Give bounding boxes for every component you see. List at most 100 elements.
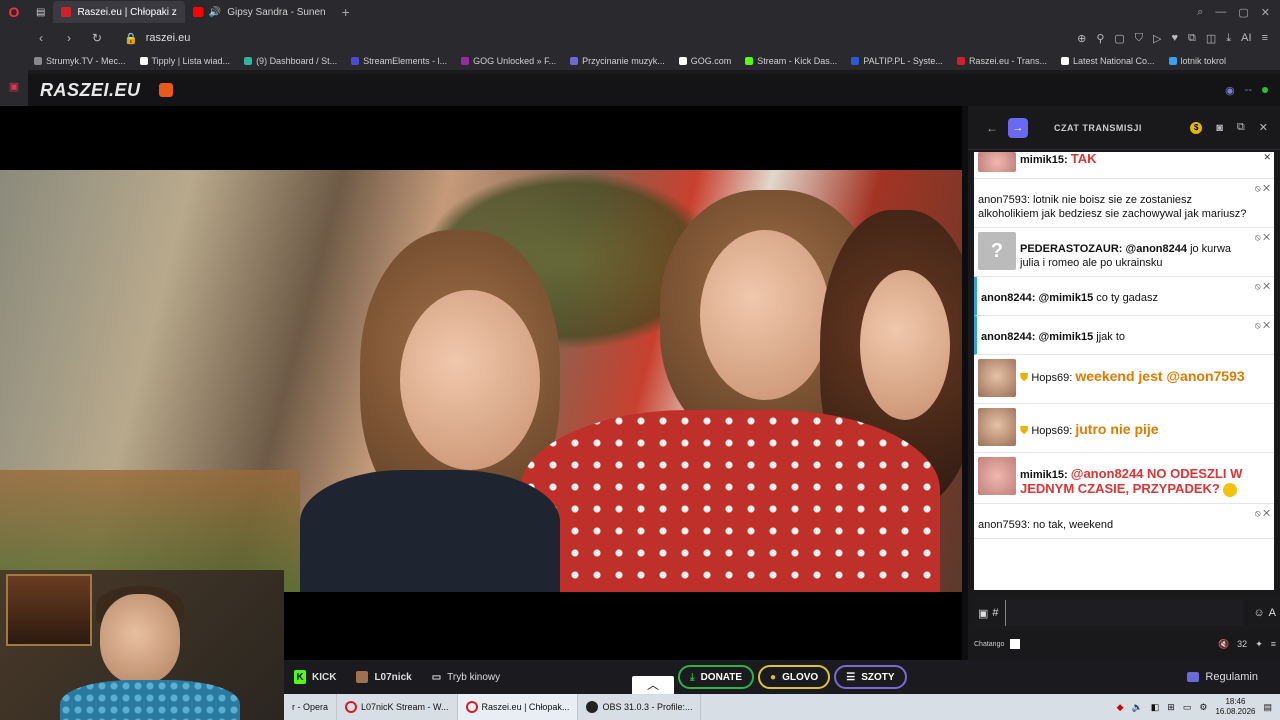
close-chat-icon[interactable]: ✕	[1259, 121, 1268, 134]
bookmark-item[interactable]: Stream - Kick Das...	[745, 56, 837, 66]
shield-icon[interactable]: ⛉	[1135, 32, 1143, 45]
viewer-status: --	[1244, 84, 1252, 96]
taskbar-item[interactable]: L07nicK Stream - W...	[337, 694, 458, 720]
system-icon[interactable]: ⚙	[1199, 702, 1207, 713]
taskbar-item[interactable]: OBS 31.0.3 - Profile:...	[578, 694, 702, 720]
chat-message: ⦸ ✕ anon8244: @mimik15 co ty gadasz	[974, 277, 1274, 316]
social-icon[interactable]	[158, 83, 173, 97]
notifications-icon[interactable]: ▤	[1263, 702, 1272, 713]
site-logo[interactable]: RASZEI.EU	[40, 80, 141, 101]
glovo-button[interactable]: ● GLOVO	[758, 665, 831, 689]
search-icon[interactable]: ⌕	[1197, 6, 1203, 19]
hashtag-icon[interactable]: #	[992, 607, 998, 619]
list-icon: ☰	[846, 671, 856, 683]
url-field[interactable]: 🔒 raszei.eu	[124, 32, 190, 45]
chat-messages[interactable]: ✕ mimik15: TAK ⦸ ✕ anon7593: lotnik nie …	[974, 152, 1274, 590]
chatango-brand[interactable]: Chatango	[974, 641, 1004, 648]
bookmark-item[interactable]: StreamElements - l...	[351, 56, 447, 66]
bookmark-item[interactable]: GOG Unlocked » F...	[461, 56, 556, 66]
message-controls-icon[interactable]: ⦸ ✕	[1255, 318, 1270, 332]
tab-youtube[interactable]: 🔊 Gipsy Sandra - Sunen	[185, 1, 334, 23]
camera-icon[interactable]: ▣	[978, 607, 988, 620]
forward-button[interactable]: ›	[60, 31, 78, 45]
message-controls-icon[interactable]: ⦸ ✕	[1255, 506, 1270, 520]
bookmark-favicon-icon	[351, 57, 360, 65]
network-icon[interactable]: ◧	[1151, 702, 1160, 713]
rules-link[interactable]: Regulamin	[1187, 671, 1258, 683]
back-button[interactable]: ‹	[32, 31, 50, 45]
collapse-toggle-button[interactable]: ︿	[632, 676, 674, 694]
bookmarks-bar: Strumyk.TV - Mec... Tipply | Lista wiad..…	[0, 52, 1280, 70]
emoji-icon[interactable]: ☺	[1253, 607, 1264, 619]
kick-icon: K	[294, 670, 306, 684]
bookmark-item[interactable]: Przycinanie muzyk...	[570, 56, 665, 66]
coin-icon[interactable]: $	[1190, 121, 1203, 134]
pin-icon[interactable]: ✦	[1255, 639, 1263, 650]
play-icon[interactable]: ▷	[1153, 32, 1161, 45]
smiley-emoji-icon	[1222, 483, 1237, 498]
tab-bar: O ▤ Raszei.eu | Chłopaki z 🔊 Gipsy Sandr…	[0, 0, 1280, 24]
message-controls-icon[interactable]: ⦸ ✕	[1255, 279, 1270, 293]
mod-badge-icon: ⛊	[1020, 372, 1029, 384]
szoty-button[interactable]: ☰ SZOTY	[834, 665, 907, 689]
message-controls-icon[interactable]: ⦸ ✕	[1255, 230, 1270, 244]
tab-label: Gipsy Sandra - Sunen	[227, 6, 326, 18]
bookmark-item[interactable]: GOG.com	[678, 56, 731, 66]
arrow-right-button[interactable]: →	[1008, 117, 1028, 138]
opera-logo-icon[interactable]: O	[0, 4, 28, 20]
taskbar-item[interactable]: r - Opera	[284, 694, 338, 720]
camera-icon[interactable]: ◫	[1206, 32, 1216, 45]
download-icon[interactable]: ⤓	[1226, 32, 1231, 45]
donate-button[interactable]: ⤓ DONATE	[678, 665, 755, 689]
tray-app-icon[interactable]: ◆	[1117, 702, 1124, 713]
clock[interactable]: 18:46 16.08.2026	[1215, 697, 1255, 717]
chat-message-input[interactable]	[1004, 600, 1244, 626]
maximize-button[interactable]: ▢	[1238, 6, 1248, 19]
message-controls-icon[interactable]: ⦸ ✕	[1255, 181, 1270, 195]
volume-icon[interactable]: 🔈	[1132, 702, 1143, 713]
minimize-button[interactable]: —	[1215, 6, 1226, 19]
reload-button[interactable]: ↻	[88, 31, 106, 45]
heart-icon[interactable]: ♥	[1172, 32, 1179, 45]
channel-link[interactable]: L07nick	[346, 664, 421, 690]
pin-icon[interactable]: ⚲	[1096, 32, 1104, 45]
tab-workspaces[interactable]: ▤	[28, 1, 53, 23]
arrow-left-icon[interactable]: ←	[986, 121, 998, 135]
chat-box-icon[interactable]	[1010, 639, 1021, 649]
close-window-button[interactable]: ✕	[1261, 6, 1270, 19]
bookmark-item[interactable]: PALTIP.PL - Syste...	[851, 56, 943, 66]
popout-icon[interactable]: ⧉	[1237, 121, 1245, 134]
snapshot-icon[interactable]: ▢	[1114, 32, 1124, 45]
bookmark-item[interactable]: lotnik tokrol	[1168, 56, 1226, 66]
bookmark-item[interactable]: Raszei.eu - Trans...	[956, 56, 1047, 66]
tab-raszei[interactable]: Raszei.eu | Chłopaki z	[53, 1, 185, 23]
youtube-favicon-icon	[192, 7, 203, 17]
extensions-icon[interactable]: ⧉	[1188, 32, 1196, 45]
history-icon[interactable]: ▣	[0, 80, 28, 93]
zoom-icon[interactable]: ⊕	[1077, 32, 1086, 45]
discord-icon[interactable]: ◙	[1216, 122, 1223, 134]
chat-title: CZAT TRANSMISJI	[1054, 122, 1142, 133]
ai-icon[interactable]: AI	[1241, 32, 1251, 45]
system-tray: ◆ 🔈 ◧ ⊞ ▭ ⚙ 18:46 16.08.2026 ▤	[1117, 697, 1280, 717]
taskbar-item[interactable]: Raszei.eu | Chłopak...	[457, 694, 579, 720]
lock-icon: 🔒	[124, 32, 138, 45]
bookmark-item[interactable]: Strumyk.TV - Mec...	[34, 56, 126, 66]
tray-icon[interactable]: ⊞	[1167, 702, 1175, 713]
mute-icon[interactable]: 🔇	[1218, 639, 1229, 650]
new-tab-button[interactable]: +	[334, 4, 358, 20]
message-text: TAK	[1070, 152, 1097, 166]
chat-input-bar: ▣ # ☺ A	[974, 596, 1280, 630]
bookmark-item[interactable]: (9) Dashboard / St...	[244, 56, 337, 66]
font-icon[interactable]: A	[1269, 607, 1276, 619]
cinema-mode-button[interactable]: ▭ Tryb kinowy	[422, 664, 510, 690]
chat-message: ⦸ ✕ anon8244: @mimik15 jjak to	[974, 316, 1274, 355]
battery-icon[interactable]: ▭	[1183, 702, 1192, 713]
bookmark-item[interactable]: Tipply | Lista wiad...	[139, 56, 230, 66]
menu-icon[interactable]: ≡	[1271, 639, 1276, 649]
kick-link[interactable]: K KICK	[284, 664, 346, 690]
cinema-icon: ▭	[431, 671, 442, 683]
menu-icon[interactable]: ≡	[1262, 32, 1268, 45]
bookmark-item[interactable]: Latest National Co...	[1060, 56, 1155, 66]
opera-icon	[345, 701, 358, 713]
